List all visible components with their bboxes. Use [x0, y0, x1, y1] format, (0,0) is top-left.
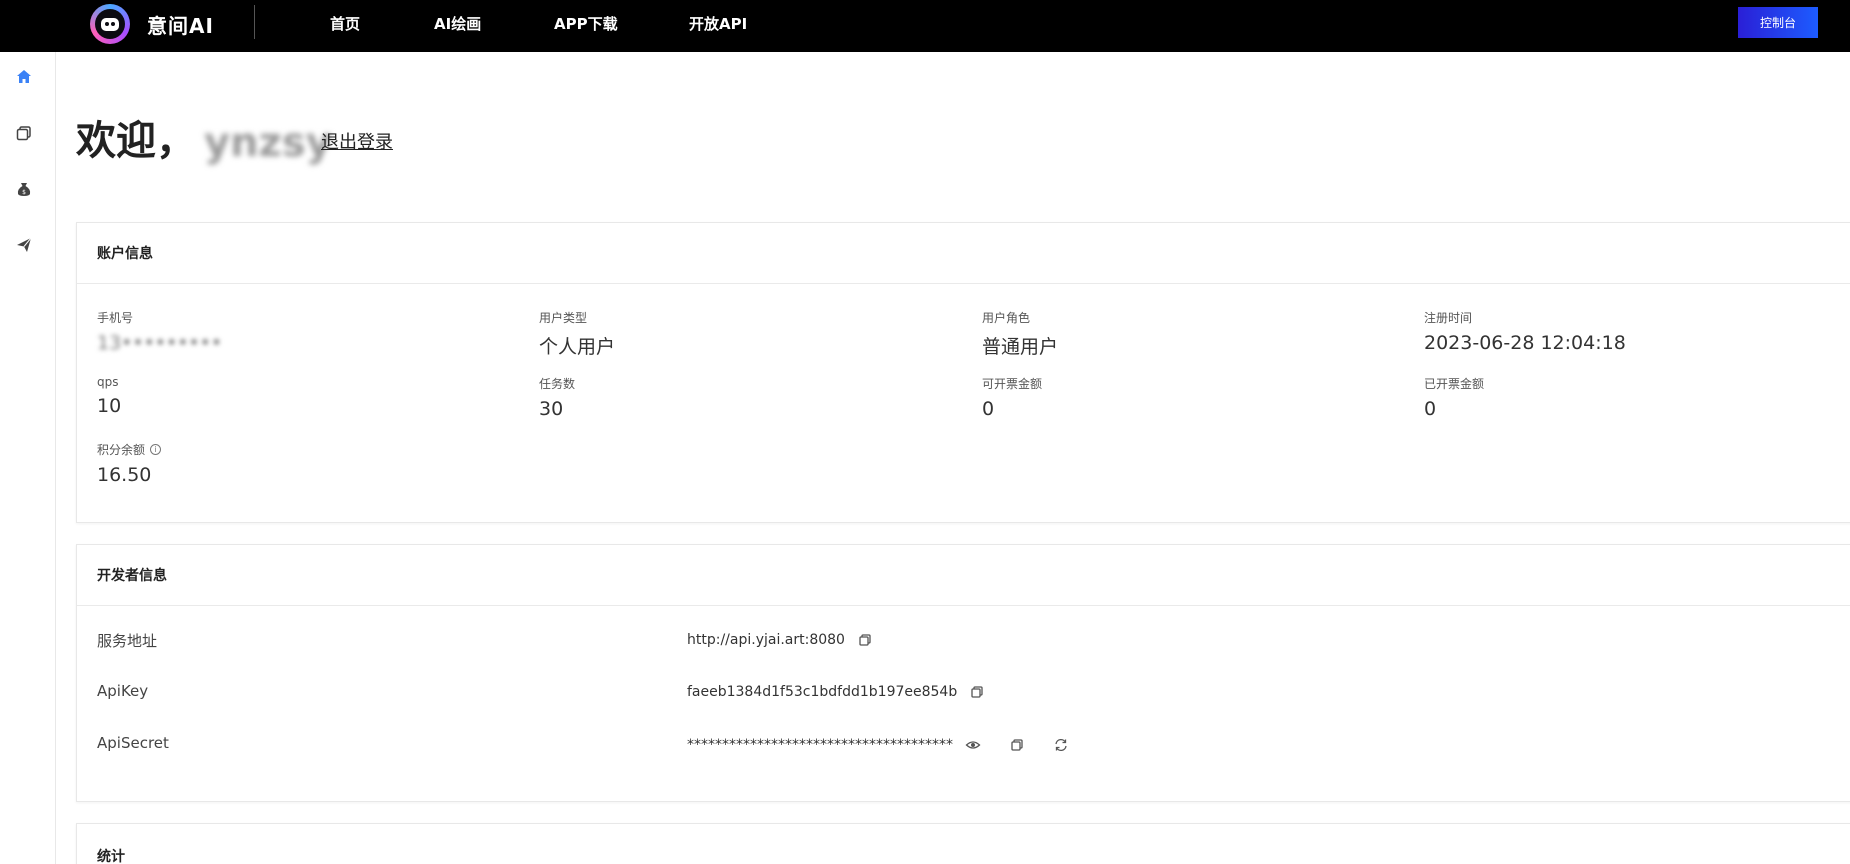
field-invoiceable-amount: 可开票金额 0: [982, 377, 1043, 420]
nav-home[interactable]: 首页: [330, 13, 360, 34]
apisecret-value: **************************************: [687, 737, 953, 753]
console-button[interactable]: 控制台: [1738, 7, 1818, 38]
greeting-text: 欢迎，: [76, 118, 196, 164]
apisecret-label: ApiSecret: [97, 734, 169, 752]
eye-icon[interactable]: [965, 737, 981, 753]
brand-divider: [254, 5, 255, 39]
copy-icon[interactable]: [15, 124, 33, 142]
info-icon[interactable]: i: [150, 444, 162, 455]
brand-name[interactable]: 意间AI: [147, 10, 214, 39]
copy-icon[interactable]: [969, 684, 985, 700]
logout-link[interactable]: 退出登录: [321, 128, 393, 154]
refresh-icon[interactable]: [1053, 737, 1069, 753]
stats-card: 统计: [76, 823, 1850, 864]
apikey-label: ApiKey: [97, 682, 149, 700]
apikey-value: faeeb1384d1f53c1bdfdd1b197ee854b: [687, 684, 958, 700]
send-icon[interactable]: [15, 236, 33, 254]
nav-app-download[interactable]: APP下载: [554, 13, 618, 34]
home-icon[interactable]: [15, 68, 33, 86]
service-address-label: 服务地址: [97, 632, 158, 650]
service-address-value: http://api.yjai.art:8080: [687, 632, 845, 648]
top-navigation-bar: 意间AI 首页 AI绘画 APP下载 开放API 控制台: [0, 0, 1850, 52]
field-points-balance: 积分余额 i 16.50: [97, 441, 162, 486]
logo-icon[interactable]: [90, 4, 130, 44]
account-info-title: 账户信息: [77, 223, 1850, 284]
apikey-row: faeeb1384d1f53c1bdfdd1b197ee854b: [687, 684, 985, 700]
field-task-count: 任务数 30: [539, 377, 576, 420]
nav-ai-drawing[interactable]: AI绘画: [434, 13, 481, 34]
field-phone: 手机号 13•••••••••: [97, 311, 223, 354]
svg-text:$: $: [22, 189, 26, 196]
sidebar: $: [0, 52, 56, 864]
username: ynzsy: [204, 120, 332, 166]
welcome-heading: 欢迎， ynzsy: [76, 108, 332, 166]
field-user-role: 用户角色 普通用户: [982, 311, 1059, 358]
copy-icon[interactable]: [1009, 737, 1025, 753]
field-invoiced-amount: 已开票金额 0: [1424, 377, 1485, 420]
field-user-type: 用户类型 个人用户: [539, 311, 616, 358]
field-register-time: 注册时间 2023-06-28 12:04:18: [1424, 311, 1626, 354]
field-qps: qps 10: [97, 375, 122, 417]
service-address-row: http://api.yjai.art:8080: [687, 632, 873, 648]
developer-info-title: 开发者信息: [77, 545, 1850, 606]
apisecret-row: **************************************: [687, 737, 1069, 753]
robot-icon: [101, 17, 119, 31]
copy-icon[interactable]: [857, 632, 873, 648]
money-bag-icon[interactable]: $: [15, 180, 33, 198]
nav-open-api[interactable]: 开放API: [689, 13, 747, 34]
stats-title: 统计: [97, 849, 125, 864]
account-info-card: 账户信息 手机号 13••••••••• 用户类型 个人用户 用户角色 普通用户…: [76, 222, 1850, 523]
developer-info-card: 开发者信息 服务地址 http://api.yjai.art:8080 ApiK…: [76, 544, 1850, 802]
